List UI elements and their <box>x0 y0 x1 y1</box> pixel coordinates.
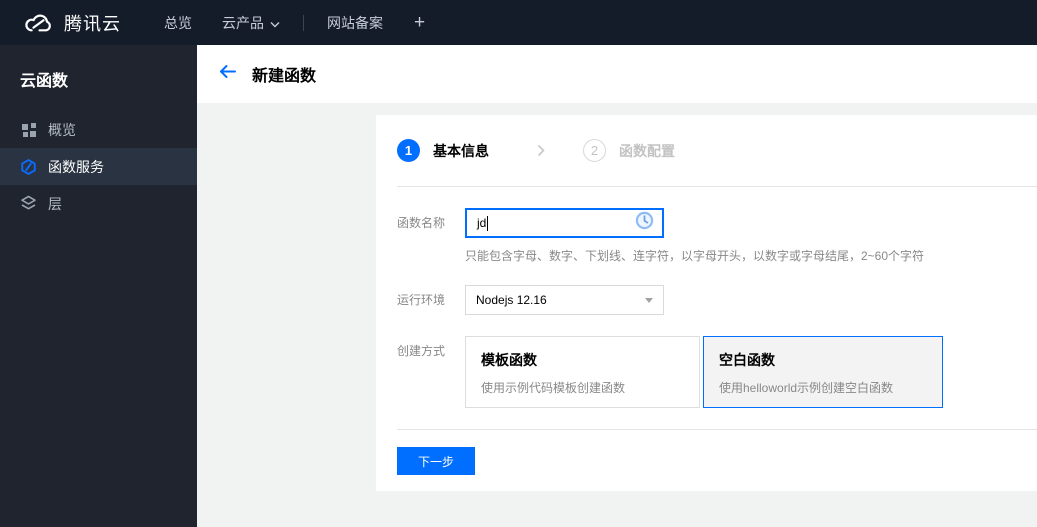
topnav-cloud-products[interactable]: 云产品 <box>207 0 295 45</box>
option-blank-function[interactable]: 空白函数 使用helloworld示例创建空白函数 <box>703 336 943 408</box>
step-basic-info: 1 基本信息 <box>397 139 489 162</box>
add-tab-button[interactable]: + <box>398 12 441 34</box>
cloud-logo-icon <box>22 11 55 35</box>
sidebar-item-label: 层 <box>48 195 62 212</box>
back-arrow-icon <box>218 64 237 84</box>
text-cursor <box>487 215 489 231</box>
function-name-hint: 只能包含字母、数字、下划线、连字符，以字母开头，以数字或字母结尾，2~60个字符 <box>465 249 925 263</box>
topnav-website-icp[interactable]: 网站备案 <box>312 0 398 45</box>
sidebar-item-overview[interactable]: 概览 <box>0 111 197 148</box>
creation-method-label: 创建方式 <box>397 344 446 358</box>
creation-method-row: 创建方式 模板函数 使用示例代码模板创建函数 空白函数 使用helloworld… <box>397 336 1037 408</box>
step-number-badge: 1 <box>397 139 420 162</box>
option-description: 使用helloworld示例创建空白函数 <box>719 381 894 395</box>
runtime-select[interactable]: Nodejs 12.16 <box>465 285 664 315</box>
select-caret-icon <box>645 297 653 303</box>
topnav-overview[interactable]: 总览 <box>149 0 207 45</box>
content-area: 1 基本信息 2 函数配置 函数名称 jd 只能包含字母、数字、下划线、连字符，… <box>197 103 1037 527</box>
brand-name: 腾讯云 <box>64 13 121 34</box>
clock-pending-icon <box>635 211 654 235</box>
sidebar-item-layers[interactable]: 层 <box>0 185 197 222</box>
scf-hexagon-icon <box>20 158 37 175</box>
basic-info-form: 函数名称 jd 只能包含字母、数字、下划线、连字符，以字母开头，以数字或字母结尾… <box>376 187 1037 408</box>
layers-icon <box>20 195 37 212</box>
sidebar-item-label: 概览 <box>48 121 76 138</box>
tencent-cloud-logo[interactable]: 腾讯云 <box>22 10 121 36</box>
creation-method-options: 模板函数 使用示例代码模板创建函数 空白函数 使用helloworld示例创建空… <box>465 336 946 408</box>
function-name-row: 函数名称 jd 只能包含字母、数字、下划线、连字符，以字母开头，以数字或字母结尾… <box>397 208 1037 264</box>
sidebar: 云函数 概览 函数服务 层 <box>0 45 197 527</box>
option-title: 模板函数 <box>481 352 537 368</box>
sidebar-title: 云函数 <box>20 73 69 90</box>
topnav-divider <box>303 14 304 31</box>
step-separator-icon <box>537 144 545 157</box>
function-name-value: jd <box>477 216 487 230</box>
option-description: 使用示例代码模板创建函数 <box>481 381 626 395</box>
page-title: 新建函数 <box>252 68 317 85</box>
option-template-function[interactable]: 模板函数 使用示例代码模板创建函数 <box>465 336 700 408</box>
step-number-badge: 2 <box>583 139 606 162</box>
function-name-label: 函数名称 <box>397 216 446 230</box>
step-label: 函数配置 <box>619 142 675 159</box>
chevron-down-icon <box>270 15 280 31</box>
next-step-button[interactable]: 下一步 <box>397 447 475 475</box>
wizard-steps: 1 基本信息 2 函数配置 <box>376 115 1037 186</box>
card-footer: 下一步 <box>376 430 1037 475</box>
back-button[interactable] <box>218 64 237 84</box>
function-name-input[interactable]: jd <box>465 208 664 238</box>
runtime-label: 运行环境 <box>397 293 446 307</box>
top-navigation: 总览 云产品 网站备案 + <box>149 0 441 45</box>
topbar: 腾讯云 总览 云产品 网站备案 + <box>0 0 1037 45</box>
runtime-row: 运行环境 Nodejs 12.16 <box>397 285 1037 315</box>
create-function-card: 1 基本信息 2 函数配置 函数名称 jd 只能包含字母、数字、下划线、连字符，… <box>376 115 1037 491</box>
sidebar-item-label: 函数服务 <box>48 158 104 175</box>
step-function-config: 2 函数配置 <box>583 139 675 162</box>
sidebar-item-function-service[interactable]: 函数服务 <box>0 148 197 185</box>
grid-icon <box>20 121 37 138</box>
page-header: 新建函数 <box>197 45 1037 103</box>
runtime-selected-value: Nodejs 12.16 <box>476 293 547 307</box>
step-label: 基本信息 <box>433 142 489 159</box>
option-title: 空白函数 <box>719 352 775 368</box>
